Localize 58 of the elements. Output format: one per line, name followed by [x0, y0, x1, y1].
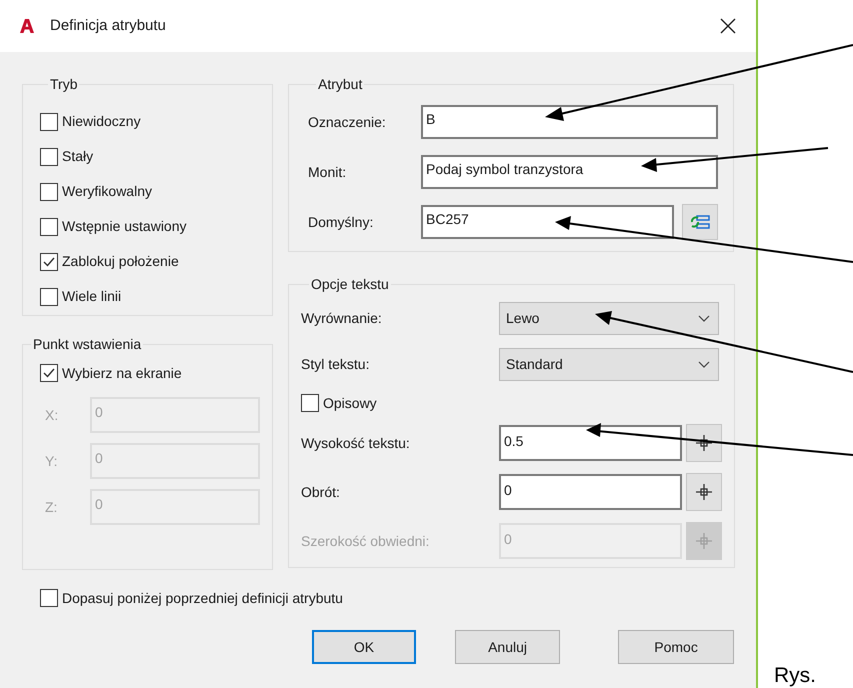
checkbox-label: Wstępnie ustawiony [62, 217, 187, 236]
checkmark-icon [43, 256, 55, 266]
pick-point-button[interactable] [686, 473, 722, 511]
checkbox-label: Weryfikowalny [62, 182, 152, 201]
checkbox[interactable] [40, 182, 58, 200]
pick-point-button[interactable] [686, 424, 722, 462]
figure-caption: Rys. [774, 663, 816, 688]
field-label: Y: [45, 452, 58, 470]
checkbox-label: Wiele linii [62, 287, 122, 306]
app-logo-icon [19, 19, 35, 33]
chevron-down-icon [698, 315, 710, 322]
chevron-down-icon [698, 361, 710, 368]
checkbox[interactable] [40, 589, 58, 607]
dialog-button[interactable]: Anuluj [455, 630, 560, 664]
crosshair-icon [695, 434, 713, 452]
dialog-button[interactable]: OK [312, 630, 416, 664]
field-label: Wysokość tekstu: [301, 434, 411, 453]
checkbox[interactable] [301, 394, 319, 412]
checkbox[interactable] [40, 288, 58, 306]
group-title: Opcje tekstu [311, 276, 389, 292]
field-label: Obrót: [301, 482, 341, 502]
checkbox[interactable] [40, 148, 58, 166]
dropdown[interactable]: Standard [499, 348, 719, 381]
checkbox[interactable] [40, 252, 58, 270]
dropdown[interactable]: Lewo [499, 302, 719, 335]
crosshair-icon [695, 483, 713, 501]
input-field[interactable]: BC257 [421, 205, 674, 239]
group-title: Atrybut [318, 76, 362, 92]
crosshair-icon [695, 532, 713, 550]
checkbox[interactable] [40, 218, 58, 236]
field-label: Szerokość obwiedni: [301, 532, 430, 550]
checkbox-label: Wybierz na ekranie [62, 364, 182, 383]
close-icon[interactable] [720, 18, 736, 34]
window-title: Definicja atrybutu [50, 16, 166, 36]
checkbox[interactable] [40, 364, 58, 382]
input-field[interactable]: Podaj symbol tranzystora [421, 155, 718, 189]
checkbox-label: Dopasuj poniżej poprzedniej definicji atrybutu [62, 588, 343, 608]
dialog-button[interactable]: Pomoc [618, 630, 734, 664]
list-refresh-icon [690, 214, 710, 230]
checkbox-label: Zablokuj położenie [62, 252, 179, 271]
field-label: Domyślny: [308, 212, 374, 232]
input-field[interactable]: 0 [499, 474, 682, 510]
checkbox-label: Stały [62, 147, 94, 166]
field-label: Oznaczenie: [308, 112, 387, 132]
group-title: Tryb [50, 76, 78, 92]
field-label: Monit: [308, 162, 348, 182]
field-label: Z: [45, 498, 58, 516]
checkbox-label: Niewidoczny [62, 112, 141, 131]
group-title: Punkt wstawienia [33, 336, 142, 352]
insert-field-button[interactable] [682, 204, 718, 240]
field-label: Styl tekstu: [301, 355, 370, 374]
input-field[interactable]: 0.5 [499, 425, 682, 461]
checkmark-icon [43, 368, 55, 378]
checkbox[interactable] [40, 112, 58, 130]
checkbox-label: Opisowy [323, 394, 377, 413]
field-label: X: [45, 406, 60, 424]
field-label: Wyrównanie: [301, 309, 383, 328]
input-field[interactable]: B [421, 105, 718, 139]
